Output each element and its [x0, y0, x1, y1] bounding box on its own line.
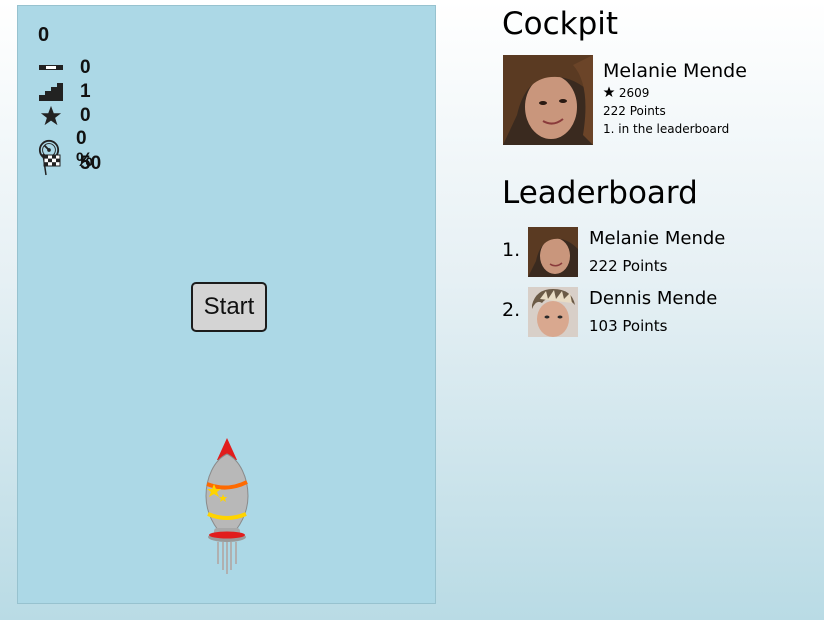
leaderboard-name[interactable]: Melanie Mende — [589, 228, 725, 249]
profile-stars: 2609 — [603, 86, 747, 100]
profile-name[interactable]: Melanie Mende — [603, 60, 747, 82]
stat-stars: 0 — [38, 104, 91, 128]
leaderboard-rank: 2. — [502, 299, 521, 321]
level-stairs-icon — [38, 80, 64, 104]
profile-info: Melanie Mende 2609 222 Points 1. in the … — [603, 55, 747, 145]
stat-distance: 0 — [38, 56, 91, 80]
score-value: 0 — [38, 24, 50, 46]
leaderboard-avatar — [528, 287, 578, 337]
stat-level: 1 — [38, 80, 91, 104]
stat-value: 1 — [80, 81, 91, 102]
star-icon — [603, 86, 615, 97]
stat-value: 0 — [80, 57, 91, 78]
checkered-flag-icon — [38, 152, 64, 176]
leaderboard-name[interactable]: Dennis Mende — [589, 288, 717, 309]
distance-bar-icon — [38, 56, 64, 80]
leaderboard-title: Leaderboard — [502, 175, 698, 211]
leaderboard-entry[interactable]: 2. Dennis Mende 103 Points — [502, 287, 717, 337]
leaderboard-points: 222 Points — [589, 257, 668, 275]
game-canvas[interactable]: 0 0 1 0 0 % 50 Start — [17, 5, 436, 604]
start-button[interactable]: Start — [191, 282, 267, 332]
profile-card: Melanie Mende 2609 222 Points 1. in the … — [503, 55, 747, 145]
leaderboard-avatar — [528, 227, 578, 277]
user-avatar[interactable] — [503, 55, 593, 145]
leaderboard-info: Dennis Mende 103 Points — [589, 287, 717, 335]
leaderboard-info: Melanie Mende 222 Points — [589, 227, 725, 275]
stat-value: 0 — [80, 105, 91, 126]
stat-value: 50 — [80, 153, 102, 174]
leaderboard-points: 103 Points — [589, 317, 668, 335]
leaderboard-rank: 1. — [502, 239, 521, 261]
profile-points: 222 Points — [603, 104, 666, 118]
rocket-sprite — [205, 438, 249, 574]
hud: 0 0 1 0 0 % 50 — [38, 24, 101, 176]
cockpit-title: Cockpit — [502, 6, 619, 42]
profile-rank: 1. in the leaderboard — [603, 122, 730, 136]
stat-goal: 50 — [38, 152, 101, 176]
leaderboard-entry[interactable]: 1. Melanie Mende 222 Points — [502, 227, 725, 277]
star-icon — [38, 104, 64, 128]
profile-stars-value: 2609 — [618, 86, 650, 100]
